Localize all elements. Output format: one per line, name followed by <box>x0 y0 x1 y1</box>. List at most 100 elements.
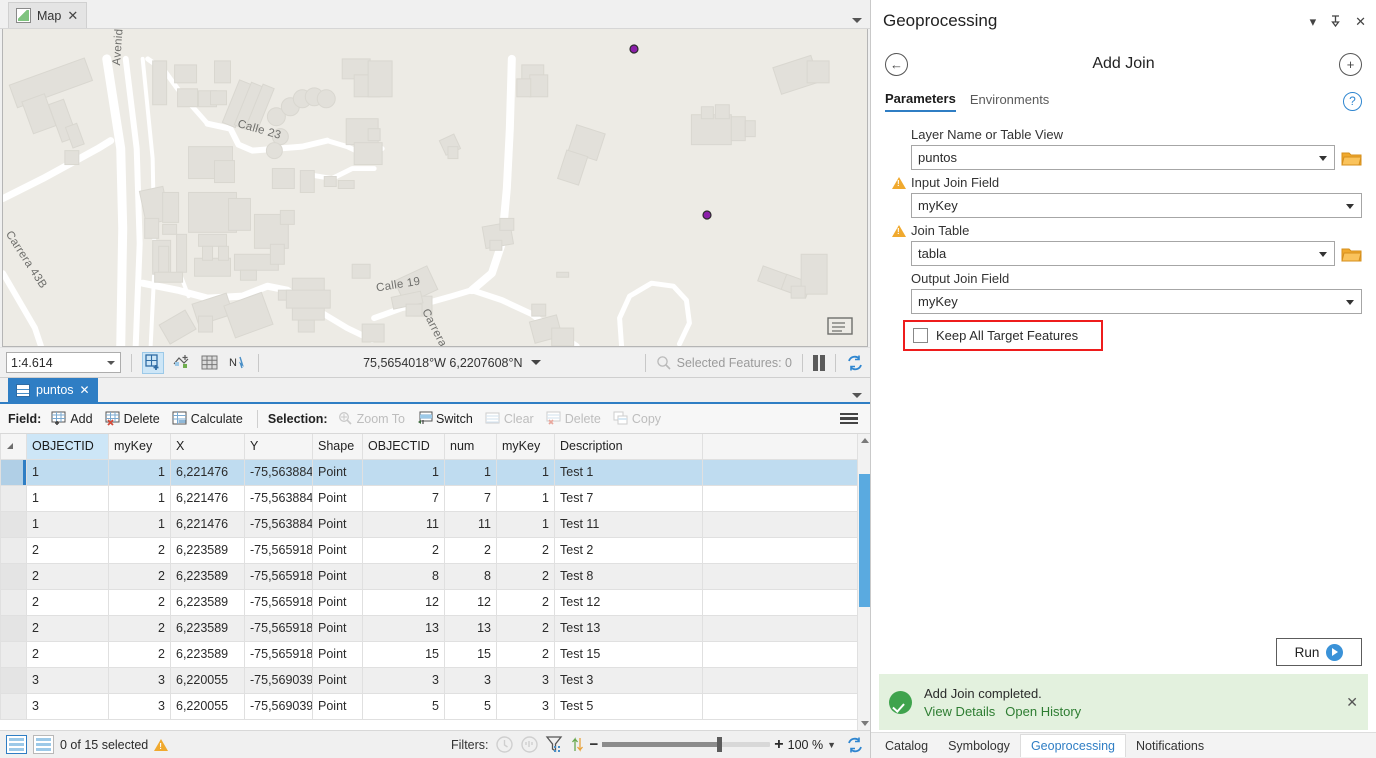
cell-mykey-2[interactable]: 1 <box>496 458 555 486</box>
cell-mykey-2[interactable]: 2 <box>496 562 555 590</box>
cell-blank[interactable] <box>702 640 858 668</box>
layer-name-combo[interactable]: puntos <box>911 145 1335 170</box>
chevron-down-icon[interactable] <box>530 360 541 365</box>
cell-mykey-1[interactable]: 2 <box>108 588 171 616</box>
join-table-combo[interactable]: tabla <box>911 241 1335 266</box>
map-canvas-container[interactable]: Avenida El Poblado Calle 23 Carrera 43B … <box>2 29 868 347</box>
cell-x[interactable]: 6,223589 <box>170 640 245 668</box>
related-view-button[interactable] <box>33 735 54 754</box>
cell-y[interactable]: -75,563884 <box>244 510 313 538</box>
selection-delete-button[interactable]: Delete <box>542 409 605 428</box>
pin-icon[interactable] <box>1330 14 1341 28</box>
cell-x[interactable]: 6,221476 <box>170 510 245 538</box>
cell-shape[interactable]: Point <box>312 666 363 694</box>
cell-description[interactable]: Test 5 <box>554 692 703 720</box>
cell-mykey-1[interactable]: 3 <box>108 692 171 720</box>
cell-y[interactable]: -75,563884 <box>244 458 313 486</box>
cell-mykey-2[interactable]: 1 <box>496 484 555 512</box>
scrollbar-thumb[interactable] <box>859 474 870 607</box>
chevron-down-icon[interactable] <box>1346 204 1354 209</box>
view-details-link[interactable]: View Details <box>924 704 995 719</box>
cell-objectid-1[interactable]: 1 <box>26 458 109 486</box>
cell-mykey-1[interactable]: 3 <box>108 666 171 694</box>
basemap-grid-icon[interactable] <box>198 352 220 374</box>
back-arrow-icon[interactable]: ← <box>885 52 908 76</box>
cell-blank[interactable] <box>702 562 858 590</box>
panel-menu-icon[interactable]: ▾ <box>1310 15 1317 28</box>
cell-mykey-2[interactable]: 2 <box>496 640 555 668</box>
column-header-y[interactable]: Y <box>244 434 313 460</box>
cell-num[interactable]: 3 <box>444 666 497 694</box>
cell-mykey-2[interactable]: 2 <box>496 588 555 616</box>
row-header[interactable] <box>0 562 27 590</box>
cell-shape[interactable]: Point <box>312 614 363 642</box>
zoom-slider[interactable] <box>602 737 771 752</box>
cell-description[interactable]: Test 12 <box>554 588 703 616</box>
table-row[interactable]: 1 1 6,221476 -75,563884 Point 11 11 1 Te… <box>0 510 858 538</box>
table-row[interactable]: 1 1 6,221476 -75,563884 Point 1 1 1 Test… <box>0 458 858 486</box>
cell-description[interactable]: Test 3 <box>554 666 703 694</box>
cell-objectid-1[interactable]: 2 <box>26 536 109 564</box>
map-tab[interactable]: Map ✕ <box>8 2 88 28</box>
cell-x[interactable]: 6,220055 <box>170 666 245 694</box>
table-row[interactable]: 2 2 6,223589 -75,565918 Point 2 2 2 Test… <box>0 536 858 564</box>
cell-mykey-1[interactable]: 1 <box>108 458 171 486</box>
selection-copy-button[interactable]: Copy <box>609 409 665 428</box>
cell-mykey-2[interactable]: 1 <box>496 510 555 538</box>
column-header-mykey-1[interactable]: myKey <box>108 434 171 460</box>
cell-blank[interactable] <box>702 510 858 538</box>
cell-blank[interactable] <box>702 614 858 642</box>
cell-description[interactable]: Test 1 <box>554 458 703 486</box>
row-header[interactable] <box>0 640 27 668</box>
cell-x[interactable]: 6,221476 <box>170 484 245 512</box>
column-header-shape[interactable]: Shape <box>312 434 363 460</box>
cell-y[interactable]: -75,569039 <box>244 666 313 694</box>
chevron-down-icon[interactable] <box>1319 252 1327 257</box>
field-delete-button[interactable]: Delete <box>101 409 164 428</box>
output-join-field-combo[interactable]: myKey <box>911 289 1362 314</box>
cell-objectid-2[interactable]: 13 <box>362 614 445 642</box>
cell-mykey-1[interactable]: 2 <box>108 562 171 590</box>
row-header[interactable] <box>0 692 27 720</box>
cell-y[interactable]: -75,565918 <box>244 562 313 590</box>
cell-description[interactable]: Test 13 <box>554 614 703 642</box>
cell-num[interactable]: 1 <box>444 458 497 486</box>
cell-shape[interactable]: Point <box>312 536 363 564</box>
table-tab-puntos[interactable]: puntos ✕ <box>8 378 98 402</box>
cell-y[interactable]: -75,565918 <box>244 588 313 616</box>
close-icon[interactable]: ✕ <box>1355 15 1366 28</box>
selection-switch-button[interactable]: Switch <box>413 409 477 428</box>
cell-mykey-2[interactable]: 3 <box>496 692 555 720</box>
input-join-field-combo[interactable]: myKey <box>911 193 1362 218</box>
open-history-link[interactable]: Open History <box>1005 704 1081 719</box>
cell-objectid-2[interactable]: 1 <box>362 458 445 486</box>
footer-tab-notifications[interactable]: Notifications <box>1126 735 1214 757</box>
row-header[interactable] <box>0 588 27 616</box>
cell-x[interactable]: 6,223589 <box>170 562 245 590</box>
cell-y[interactable]: -75,563884 <box>244 484 313 512</box>
map-coordinates[interactable]: 75,5654018°W 6,2207608°N <box>269 356 635 370</box>
select-features-icon[interactable] <box>170 352 192 374</box>
cell-objectid-2[interactable]: 15 <box>362 640 445 668</box>
point-feature-1[interactable] <box>628 43 640 55</box>
table-row[interactable]: 2 2 6,223589 -75,565918 Point 13 13 2 Te… <box>0 614 858 642</box>
cell-mykey-1[interactable]: 2 <box>108 536 171 564</box>
cell-objectid-2[interactable]: 12 <box>362 588 445 616</box>
add-data-icon[interactable] <box>142 351 164 374</box>
sort-toggle-icon[interactable] <box>571 735 584 754</box>
table-row[interactable]: 2 2 6,223589 -75,565918 Point 12 12 2 Te… <box>0 588 858 616</box>
cell-blank[interactable] <box>702 666 858 694</box>
tab-parameters[interactable]: Parameters <box>885 91 956 112</box>
row-header[interactable] <box>0 536 27 564</box>
cell-num[interactable]: 13 <box>444 614 497 642</box>
zoom-slider-knob[interactable] <box>717 737 723 752</box>
run-button[interactable]: Run <box>1276 638 1362 666</box>
column-header-objectid-1[interactable]: OBJECTID <box>26 434 109 460</box>
footer-tab-symbology[interactable]: Symbology <box>938 735 1020 757</box>
cell-objectid-1[interactable]: 3 <box>26 666 109 694</box>
basemap-attribution-icon[interactable] <box>827 316 853 336</box>
cell-shape[interactable]: Point <box>312 640 363 668</box>
cell-objectid-1[interactable]: 2 <box>26 562 109 590</box>
cell-num[interactable]: 12 <box>444 588 497 616</box>
refresh-icon[interactable] <box>846 736 864 754</box>
